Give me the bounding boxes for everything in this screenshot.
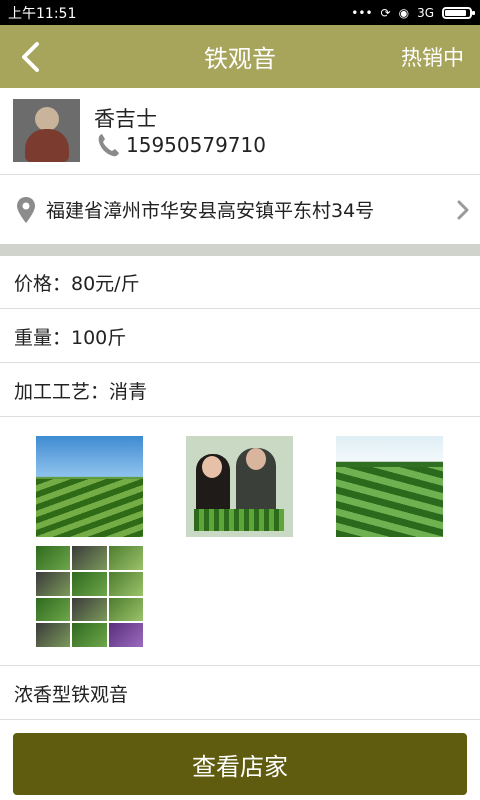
photo-gallery <box>0 417 480 666</box>
worker-face <box>202 456 222 478</box>
back-chevron-icon <box>22 41 39 72</box>
battery-icon <box>442 6 475 19</box>
phone-icon <box>98 134 119 157</box>
signal-label: 3G <box>417 5 434 20</box>
more-dots-icon: ••• <box>351 5 373 20</box>
avatar-body <box>25 129 69 162</box>
section-divider <box>0 244 480 256</box>
phone-number: 15950579710 <box>126 133 266 157</box>
collage-cell <box>108 546 143 570</box>
back-button[interactable] <box>0 25 60 88</box>
tea-tray <box>194 509 284 531</box>
collage-cell <box>36 546 71 570</box>
status-time: 上午11:51 <box>8 5 77 22</box>
collage-cell <box>36 623 71 647</box>
collage-cell <box>72 597 107 622</box>
tea-field-photo-1[interactable] <box>36 436 143 537</box>
address-row[interactable]: 福建省漳州市华安县高安镇平东村34号 <box>0 175 480 244</box>
address-text: 福建省漳州市华安县高安镇平东村34号 <box>46 200 375 222</box>
status-badge: 热销中 <box>401 45 464 70</box>
wifi-icon: ◉ <box>398 5 410 20</box>
location-pin-icon <box>17 196 35 223</box>
seller-name: 香吉士 <box>94 107 157 131</box>
collage-cell <box>72 546 107 570</box>
status-bar: 上午11:51 ••• ⟳ ◉ 3G <box>0 0 480 25</box>
process-row: 加工工艺：消青 <box>0 364 480 417</box>
collage-cell <box>72 571 107 596</box>
view-shop-button[interactable]: 查看店家 <box>13 733 467 795</box>
weight-row: 重量：100斤 <box>0 310 480 363</box>
collage-cell <box>36 571 71 596</box>
chevron-right-icon <box>446 199 480 221</box>
seller-card: 香吉士 15950579710 <box>0 88 480 175</box>
battery-fill <box>445 9 466 16</box>
top-bar: 铁观音 热销中 <box>0 25 480 88</box>
seller-phone[interactable]: 15950579710 <box>96 132 266 158</box>
status-icons: ••• ⟳ ◉ 3G <box>351 5 475 20</box>
collage-cell <box>108 597 143 622</box>
avatar-head <box>35 107 59 131</box>
product-description: 浓香型铁观音 <box>0 667 480 720</box>
sync-icon: ⟳ <box>380 5 391 20</box>
collage-cell <box>72 623 107 647</box>
tea-process-collage[interactable] <box>36 546 143 647</box>
tea-field-photo-2[interactable] <box>336 436 443 537</box>
tea-rows <box>336 467 443 537</box>
worker-face <box>246 448 266 470</box>
avatar <box>13 99 80 162</box>
collage-cell <box>108 623 143 647</box>
tea-rows <box>36 479 143 537</box>
collage-cell <box>108 571 143 596</box>
tea-workers-photo[interactable] <box>186 436 293 537</box>
collage-cell <box>36 597 71 622</box>
price-row: 价格：80元/斤 <box>0 256 480 309</box>
